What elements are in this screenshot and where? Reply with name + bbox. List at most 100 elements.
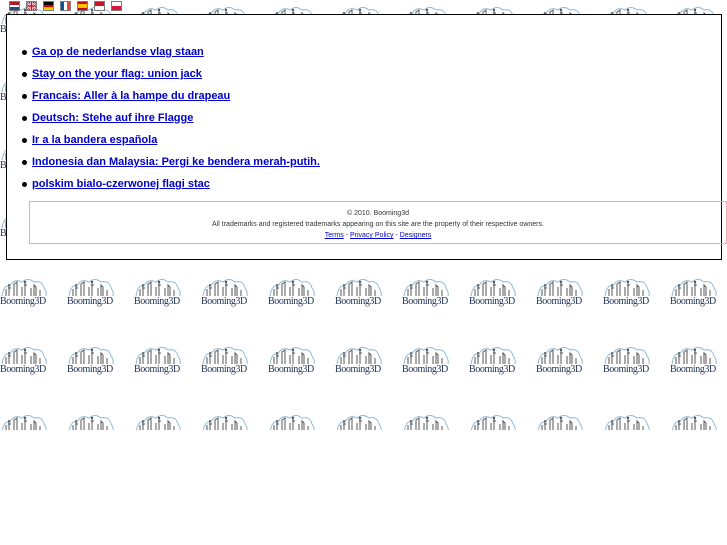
link-spanish[interactable]: Ir a la bandera española: [32, 134, 157, 146]
booming3d-logo-icon: [269, 347, 315, 365]
booming3d-logo-icon: [202, 279, 248, 297]
booming3d-logo-icon: [470, 415, 516, 430]
booming3d-logo-icon: [403, 347, 449, 365]
booming3d-logo-icon: [336, 347, 382, 365]
footer-links: Terms - Privacy Policy - Designers: [30, 230, 726, 241]
booming3d-logo-icon: [1, 415, 47, 430]
language-flag-bar: [9, 1, 122, 13]
main-content-box: Ga op de nederlandse vlag staan Stay on …: [6, 14, 727, 260]
background-logo-tile: Booming3D: [402, 412, 450, 430]
logo-text: Booming3D: [134, 364, 180, 375]
booming3d-logo-icon: [537, 415, 583, 430]
dutch-flag-icon[interactable]: [9, 1, 20, 11]
background-logo-tile: Booming3D: [268, 412, 316, 430]
booming3d-logo-icon: [671, 347, 717, 365]
german-flag-icon[interactable]: [43, 1, 54, 11]
booming3d-logo-icon: [604, 279, 650, 297]
list-item: Deutsch: Stehe auf ihre Flagge: [7, 111, 320, 133]
link-dutch[interactable]: Ga op de nederlandse vlag staan: [32, 46, 204, 58]
background-logo-tile: Booming3D: [0, 412, 48, 430]
booming3d-logo-icon: [202, 415, 248, 430]
booming3d-logo-icon: [1, 347, 47, 365]
background-logo-tile: Booming3D: [201, 412, 249, 430]
list-item: Francais: Aller à la hampe du drapeau: [7, 89, 320, 111]
indonesian-flag-icon[interactable]: [94, 1, 105, 11]
language-link-list: Ga op de nederlandse vlag staan Stay on …: [7, 45, 320, 199]
background-logo-tile: Booming3D: [67, 344, 115, 378]
booming3d-logo-icon: [269, 415, 315, 430]
logo-text: Booming3D: [67, 296, 113, 307]
privacy-policy-link[interactable]: Privacy Policy: [350, 232, 394, 239]
logo-text: Booming3D: [603, 364, 649, 375]
list-item: Stay on the your flag: union jack: [7, 67, 320, 89]
spanish-flag-icon[interactable]: [77, 1, 88, 11]
booming3d-logo-icon: [1, 279, 47, 297]
logo-text: Booming3D: [469, 296, 515, 307]
background-logo-tile: Booming3D: [0, 344, 48, 378]
booming3d-logo-icon: [336, 279, 382, 297]
booming3d-logo-icon: [403, 415, 449, 430]
french-flag-icon[interactable]: [60, 1, 71, 11]
background-logo-tile: Booming3D: [603, 412, 651, 430]
polish-flag-icon[interactable]: [111, 1, 122, 11]
background-logo-tile: Booming3D: [469, 344, 517, 378]
booming3d-logo-icon: [537, 279, 583, 297]
background-logo-tile: Booming3D: [0, 276, 48, 310]
background-logo-tile: Booming3D: [603, 344, 651, 378]
footer: © 2010. Booming3d All trademarks and reg…: [29, 201, 727, 244]
background-logo-tile: Booming3D: [67, 412, 115, 430]
list-item: Indonesia dan Malaysia: Pergi ke bendera…: [7, 155, 320, 177]
booming3d-logo-icon: [68, 279, 114, 297]
link-english[interactable]: Stay on the your flag: union jack: [32, 68, 202, 80]
logo-text: Booming3D: [469, 364, 515, 375]
logo-text: Booming3D: [201, 364, 247, 375]
link-french[interactable]: Francais: Aller à la hampe du drapeau: [32, 90, 230, 102]
logo-text: Booming3D: [268, 296, 314, 307]
logo-text: Booming3D: [603, 296, 649, 307]
logo-text: Booming3D: [134, 296, 180, 307]
trademark-notice: All trademarks and registered trademarks…: [212, 221, 544, 228]
list-item: polskim bialo-czerwonej flagi stac: [7, 177, 320, 199]
booming3d-logo-icon: [68, 347, 114, 365]
booming3d-logo-icon: [470, 279, 516, 297]
logo-text: Booming3D: [536, 364, 582, 375]
uk-flag-icon[interactable]: [26, 1, 37, 11]
link-indonesian[interactable]: Indonesia dan Malaysia: Pergi ke bendera…: [32, 156, 320, 168]
logo-text: Booming3D: [536, 296, 582, 307]
link-polish[interactable]: polskim bialo-czerwonej flagi stac: [32, 178, 210, 190]
background-logo-tile: Booming3D: [201, 276, 249, 310]
logo-text: Booming3D: [268, 364, 314, 375]
list-item: Ir a la bandera española: [7, 133, 320, 155]
logo-text: Booming3D: [670, 364, 716, 375]
background-logo-tile: Booming3D: [201, 344, 249, 378]
background-logo-tile: Booming3D: [67, 276, 115, 310]
background-logo-tile: Booming3D: [268, 276, 316, 310]
logo-text: Booming3D: [201, 296, 247, 307]
background-logo-tile: Booming3D: [402, 276, 450, 310]
logo-text: Booming3D: [0, 296, 46, 307]
booming3d-logo-icon: [537, 347, 583, 365]
booming3d-logo-icon: [671, 279, 717, 297]
logo-text: Booming3D: [335, 364, 381, 375]
booming3d-logo-icon: [135, 415, 181, 430]
background-logo-tile: Booming3D: [603, 276, 651, 310]
booming3d-logo-icon: [202, 347, 248, 365]
logo-text: Booming3D: [0, 364, 46, 375]
booming3d-logo-icon: [269, 279, 315, 297]
background-logo-tile: Booming3D: [335, 276, 383, 310]
link-german[interactable]: Deutsch: Stehe auf ihre Flagge: [32, 112, 193, 124]
background-logo-tile: Booming3D: [134, 276, 182, 310]
designers-link[interactable]: Designers: [400, 232, 432, 239]
background-logo-tile: Booming3D: [268, 344, 316, 378]
background-logo-tile: Booming3D: [469, 412, 517, 430]
list-item: Ga op de nederlandse vlag staan: [7, 45, 320, 67]
copyright-text: © 2010. Booming3d: [347, 210, 409, 217]
booming3d-logo-icon: [671, 415, 717, 430]
booming3d-logo-icon: [336, 415, 382, 430]
background-logo-tile: Booming3D: [670, 344, 718, 378]
terms-link[interactable]: Terms: [325, 232, 344, 239]
logo-text: Booming3D: [670, 296, 716, 307]
background-logo-tile: Booming3D: [670, 412, 718, 430]
background-logo-tile: Booming3D: [134, 344, 182, 378]
logo-text: Booming3D: [402, 364, 448, 375]
